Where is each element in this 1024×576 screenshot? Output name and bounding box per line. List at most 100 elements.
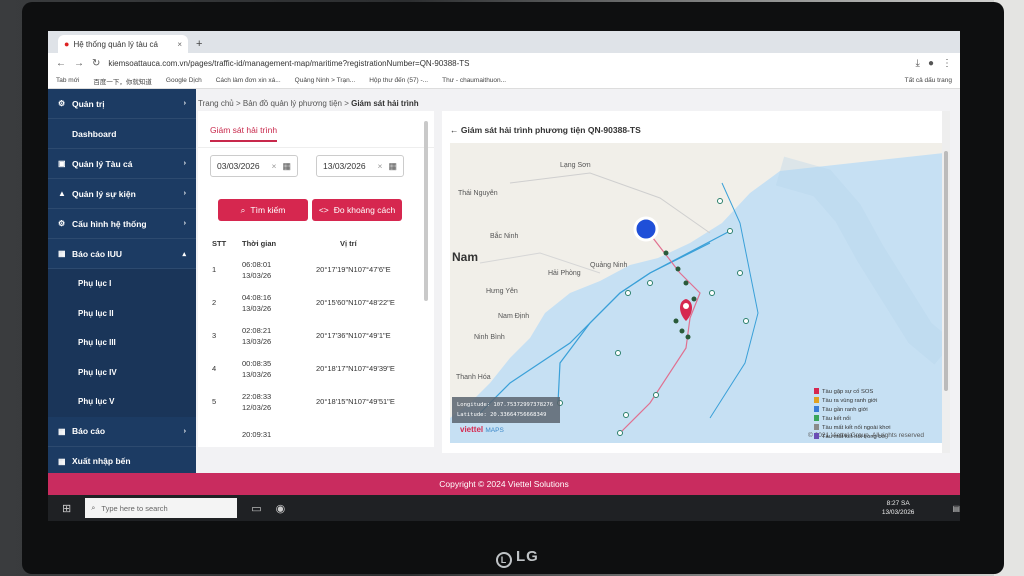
sidebar-subitem[interactable]: Phụ lục III — [48, 328, 196, 358]
map-legend: Tàu gặp sự cố SOS Tàu ra vùng ranh giới Tà… — [814, 388, 918, 442]
windows-start-icon[interactable]: ⊞ — [62, 502, 71, 515]
clear-icon[interactable]: × — [272, 161, 277, 171]
sidebar-item[interactable]: ⚙ Cấu hình hệ thống › — [48, 209, 196, 239]
place-hai-phong: Hải Phòng — [548, 270, 581, 277]
sidebar-subitem[interactable]: Phụ lục I — [48, 269, 196, 299]
all-bookmarks[interactable]: Tất cả dấu trang — [905, 77, 952, 84]
chevron-icon: › — [183, 427, 186, 435]
new-tab-button[interactable]: + — [196, 38, 202, 50]
chevron-icon: ▴ — [182, 250, 186, 258]
sidebar-item[interactable]: ▦ Báo cáo › — [48, 417, 196, 447]
legend-item: Tàu mất kết nối trong bờ — [814, 433, 918, 442]
legend-marker-icon — [814, 388, 819, 394]
place-nam-dinh: Nam Định — [498, 313, 529, 320]
menu-icon[interactable]: ⋮ — [942, 58, 952, 69]
breadcrumb-current: Giám sát hải trình — [351, 99, 419, 108]
table-row[interactable]: 2 04:08:16 13/03/26 20°15'60"N107°48'22"E — [210, 286, 424, 319]
sidebar-item[interactable]: ▣ Quản lý Tàu cá › — [48, 149, 196, 179]
legend-item: Tàu mất kết nối ngoài khơi — [814, 424, 918, 433]
calendar-icon[interactable]: ▦ — [282, 161, 291, 172]
tracking-panel: Giám sát hải trình 03/03/2026 × ▦ 13/03/… — [198, 111, 434, 447]
bookmark-item[interactable]: Quảng Ninh > Trạn... — [295, 77, 356, 84]
sidebar-item-icon: ▦ — [58, 456, 66, 466]
close-tab-icon[interactable]: × — [177, 40, 182, 49]
tab-divider — [198, 147, 434, 148]
bookmark-item[interactable]: Hộp thư đến (57) -... — [369, 77, 428, 84]
legend-item: Tàu gặp sự cố SOS — [814, 388, 918, 397]
sidebar-item[interactable]: ▦ Xuất nhập bến — [48, 447, 196, 477]
place-thai-nguyen: Thái Nguyên — [458, 190, 498, 197]
monitor-brand: L LG — [496, 548, 539, 568]
profile-icon[interactable]: ● — [928, 58, 934, 69]
map-panel: ← Giám sát hải trình phương tiện QN-9038… — [442, 111, 950, 453]
place-lang-son: Lạng Sơn — [560, 162, 591, 169]
page-scrollbar[interactable] — [942, 111, 950, 453]
bookmark-item[interactable]: Cách làm đơn xin xá... — [216, 77, 281, 84]
back-icon[interactable]: ← — [56, 58, 66, 69]
legend-item: Tàu gần ranh giới — [814, 406, 918, 415]
breadcrumb-map[interactable]: Bản đồ quản lý phương tiện — [243, 99, 342, 108]
breadcrumb-home[interactable]: Trang chủ — [198, 99, 234, 108]
reload-icon[interactable]: ↻ — [92, 58, 100, 69]
clear-icon[interactable]: × — [378, 161, 383, 171]
legend-marker-icon — [814, 406, 819, 412]
sidebar-item-icon: ▣ — [58, 159, 66, 168]
measure-distance-button[interactable]: <> Đo khoảng cách — [312, 199, 402, 221]
legend-marker-icon — [814, 397, 819, 403]
place-thanh-hoa: Thanh Hóa — [456, 374, 491, 381]
sidebar-item[interactable]: ▦ Báo cáo IUU ▴ — [48, 239, 196, 269]
search-icon: ⌕ — [240, 204, 246, 215]
app: ⚙ Quản trị › Dashboard ▣ Quản lý Tàu cá › ▲ Quản… — [48, 89, 960, 521]
date-from-input[interactable]: 03/03/2026 × ▦ — [210, 155, 298, 177]
place-quang-ninh: Quảng Ninh — [590, 262, 627, 269]
sidebar-item-icon: ⚙ — [58, 99, 66, 108]
taskbar-clock[interactable]: 8:27 SA 13/03/2026 — [882, 499, 915, 517]
place-ninh-binh: Ninh Bình — [474, 334, 505, 341]
taskbar-search-input[interactable]: ⌕ Type here to search — [85, 498, 238, 518]
table-row[interactable]: 20:09:31 — [210, 418, 424, 447]
panel-scrollbar[interactable] — [424, 121, 428, 301]
table-row[interactable]: 4 00:08:35 13/03/26 20°18'17"N107°49'39"E — [210, 352, 424, 385]
sidebar-item[interactable]: Dashboard — [48, 119, 196, 149]
sidebar-item[interactable]: ▲ Quản lý sự kiện › — [48, 179, 196, 209]
notification-icon[interactable]: ▤ — [952, 504, 960, 513]
legend-marker-icon — [814, 433, 819, 439]
viettel-maps-logo: viettel MAPS — [460, 425, 504, 434]
tab-voyage-tracking[interactable]: Giám sát hải trình — [210, 125, 278, 142]
place-bac-ninh: Bắc Ninh — [490, 231, 519, 240]
legend-marker-icon — [814, 424, 819, 430]
bookmark-item[interactable]: Google Dịch — [166, 77, 202, 84]
map-title: ← Giám sát hải trình phương tiện QN-9038… — [450, 125, 641, 135]
forward-icon[interactable]: → — [74, 58, 84, 69]
chevron-icon: › — [183, 160, 186, 167]
sidebar-subitem[interactable]: Phụ lục IV — [48, 357, 196, 387]
bookmark-item[interactable]: 百度一下，你就知道 — [93, 76, 152, 86]
map[interactable]: Lạng Sơn Thái Nguyên Bắc Ninh Nam Quảng … — [450, 143, 944, 443]
taskbar: ⊞ ⌕ Type here to search ▭ ◉ 8:27 SA 13/0… — [48, 495, 960, 521]
sidebar-subitem[interactable]: Phụ lục II — [48, 298, 196, 328]
table-row[interactable]: 5 22:08:33 12/03/26 20°18'15"N107°49'51"E — [210, 385, 424, 418]
address-bar: ← → ↻ kiemsoattauca.com.vn/pages/traffic… — [48, 53, 960, 73]
sidebar: ⚙ Quản trị › Dashboard ▣ Quản lý Tàu cá › ▲ Quản… — [48, 89, 196, 477]
sidebar-subitem[interactable]: Phụ lục V — [48, 387, 196, 417]
task-view-icon[interactable]: ▭ — [251, 502, 261, 515]
browser-tab[interactable]: ● Hệ thống quản lý tàu cá × — [58, 35, 188, 53]
url-input[interactable]: kiemsoattauca.com.vn/pages/traffic-id/ma… — [108, 59, 907, 68]
lg-logo-icon: L — [496, 552, 512, 568]
table-header: STT Thời gian Vị trí — [212, 238, 357, 248]
screen: ● Hệ thống quản lý tàu cá × + ← → ↻ kiem… — [48, 31, 960, 521]
current-position-marker[interactable] — [633, 216, 659, 242]
search-button[interactable]: ⌕ Tìm kiếm — [218, 199, 308, 221]
legend-item: Tàu ra vùng ranh giới — [814, 397, 918, 406]
bookmark-item[interactable]: Tab mới — [56, 77, 79, 84]
bookmark-item[interactable]: Thư - chaumaithuon... — [442, 77, 506, 84]
date-to-input[interactable]: 13/03/2026 × ▦ — [316, 155, 404, 177]
sidebar-item[interactable]: ⚙ Quản trị › — [48, 89, 196, 119]
back-arrow-icon[interactable]: ← — [450, 125, 459, 135]
table-row[interactable]: 1 06:08:01 13/03/26 20°17'19"N107°47'6"E — [210, 253, 424, 286]
chevron-icon: › — [183, 190, 186, 197]
download-icon[interactable]: ⤓ — [916, 58, 920, 69]
calendar-icon[interactable]: ▦ — [388, 161, 397, 172]
table-row[interactable]: 3 02:08:21 13/03/26 20°17'36"N107°49'1"E — [210, 319, 424, 352]
chrome-icon[interactable]: ◉ — [276, 502, 286, 515]
